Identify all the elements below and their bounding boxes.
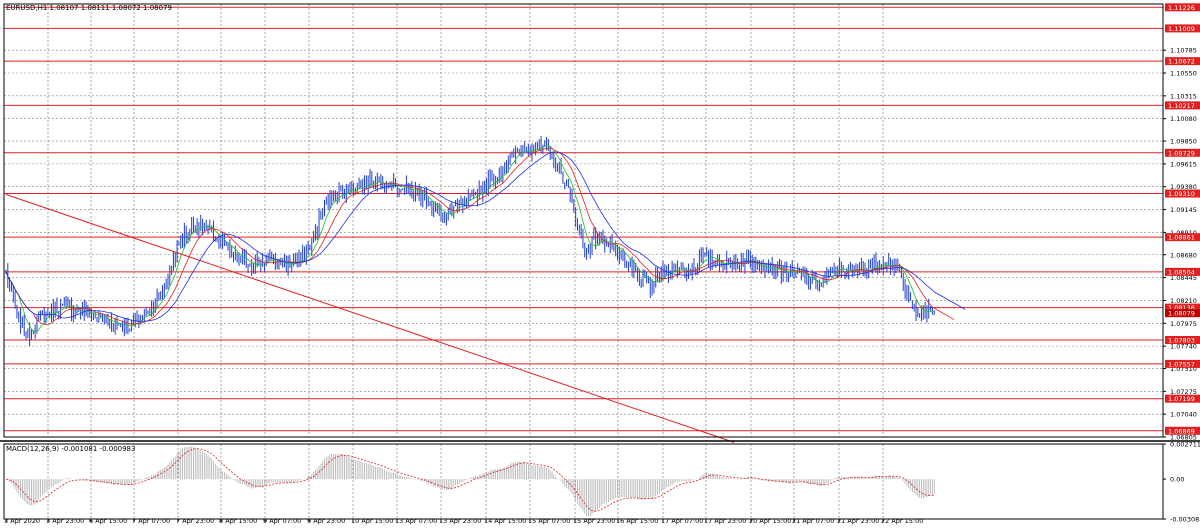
level-tag-label: 1.07557: [1168, 360, 1195, 368]
x-tick-label: 13 Apr 23:00: [439, 517, 481, 525]
x-tick-label: 3 Apr 2020: [4, 517, 40, 525]
y-tick-label: 1.10785: [1170, 47, 1197, 55]
level-tag-label: 1.11226: [1168, 4, 1195, 12]
x-tick-label: 10 Apr 15:00: [351, 517, 393, 525]
level-tag-label: 1.08861: [1168, 234, 1195, 242]
y-tick-label: 1.08680: [1170, 251, 1197, 259]
chart-background: [0, 0, 1200, 525]
x-tick-label: 13 Apr 07:00: [395, 517, 437, 525]
x-tick-label: 20 Apr 15:00: [749, 517, 791, 525]
x-tick-label: 9 Apr 23:00: [307, 517, 345, 525]
macd-y-tick-label: 0.00: [1170, 476, 1184, 484]
y-tick-label: 1.09850: [1170, 138, 1197, 146]
level-tag-label: 1.10217: [1168, 102, 1195, 110]
y-tick-label: 1.10315: [1170, 92, 1197, 100]
level-tag-label: 1.07803: [1168, 337, 1195, 345]
x-tick-label: 3 Apr 23:00: [46, 517, 84, 525]
x-tick-label: 17 Apr 07:00: [661, 517, 703, 525]
x-tick-label: 21 Apr 07:00: [792, 517, 834, 525]
x-tick-label: 7 Apr 07:00: [132, 517, 170, 525]
x-tick-label: 15 Apr 23:00: [573, 517, 615, 525]
macd-y-tick-label: -0.003083: [1170, 516, 1200, 524]
macd-header: MACD(12,26,9) -0.001081 -0.000983: [6, 445, 135, 453]
level-tag-label: 1.08504: [1168, 268, 1195, 276]
x-tick-label: 9 Apr 07:00: [263, 517, 301, 525]
y-tick-label: 1.10080: [1170, 115, 1197, 123]
x-tick-label: 15 Apr 07:00: [528, 517, 570, 525]
level-tag-label: 1.10672: [1168, 58, 1195, 66]
macd-y-tick-label: 0.002711: [1170, 441, 1200, 449]
y-tick-label: 1.07975: [1170, 320, 1197, 328]
x-tick-label: 6 Apr 15:00: [89, 517, 127, 525]
current-price-label: 1.08079: [1168, 310, 1195, 318]
level-tag-label: 1.07199: [1168, 395, 1195, 403]
chart-window: 3 Apr 2020 3 Apr 23:00 6 Apr 15:00 7 Apr 07…: [0, 0, 1200, 525]
x-tick-label: 21 Apr 23:00: [837, 517, 879, 525]
x-tick-label: 22 Apr 15:00: [881, 517, 923, 525]
y-tick-label: 1.09615: [1170, 160, 1197, 168]
x-tick-label: 14 Apr 15:00: [484, 517, 526, 525]
y-tick-label: 1.07040: [1170, 411, 1197, 419]
level-tag-label: 1.09729: [1168, 149, 1195, 157]
y-tick-label: 1.09145: [1170, 206, 1197, 214]
x-tick-label: 8 Apr 15:00: [219, 517, 257, 525]
symbol-header: EURUSD,H1 1.08107 1.08111 1.08072 1.0807…: [6, 4, 172, 12]
x-tick-label: 16 Apr 15:00: [616, 517, 658, 525]
x-tick-label: 17 Apr 23:00: [704, 517, 746, 525]
x-tick-label: 7 Apr 23:00: [176, 517, 214, 525]
y-tick-label: 1.10550: [1170, 70, 1197, 78]
level-tag-label: 1.06869: [1168, 427, 1195, 435]
level-tag-label: 1.09310: [1168, 190, 1195, 198]
level-tag-label: 1.11009: [1168, 25, 1195, 33]
